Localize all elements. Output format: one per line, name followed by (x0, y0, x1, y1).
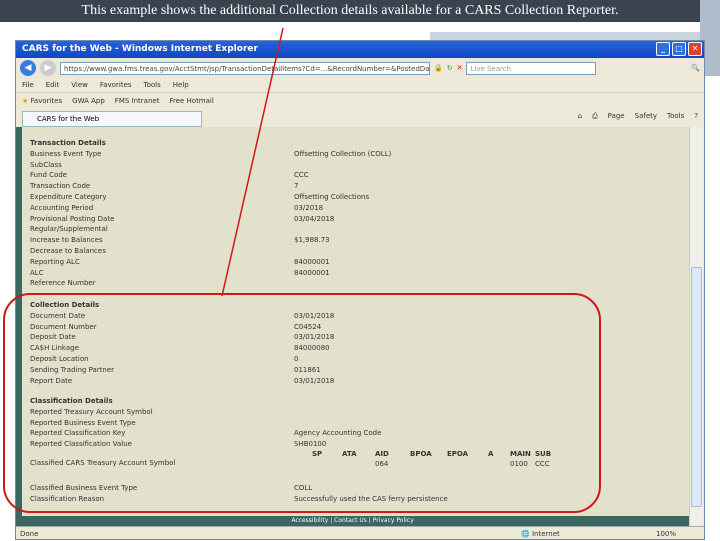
annotation-overlay (3, 27, 601, 513)
highlight-box (3, 293, 601, 513)
pointer-line (221, 27, 284, 297)
